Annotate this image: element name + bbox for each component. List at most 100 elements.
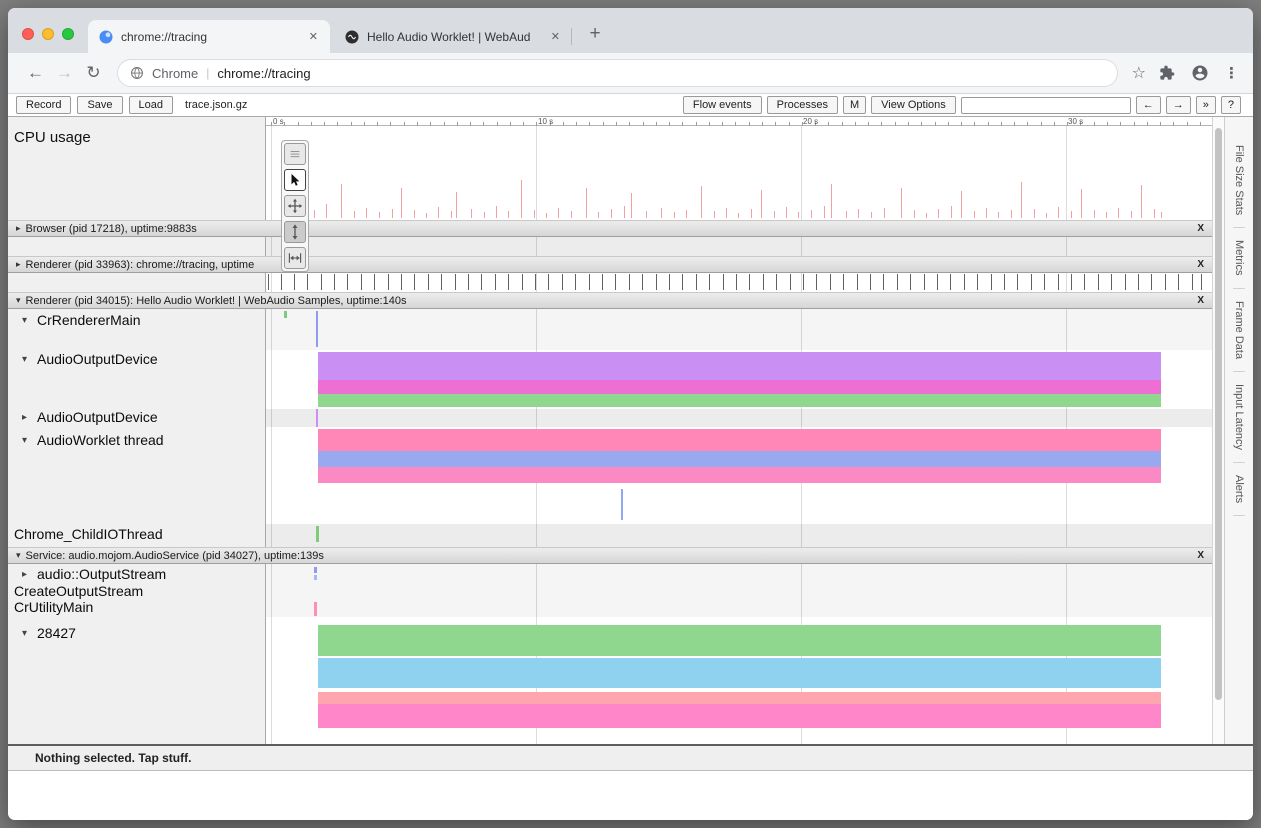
event-tick[interactable] [776,274,777,290]
minimize-window-button[interactable] [42,28,54,40]
event-tick[interactable] [950,274,951,290]
event-tick[interactable] [883,274,884,290]
help-button[interactable]: ? [1221,96,1241,114]
renderer-tracing-track[interactable] [266,273,1212,292]
event-tick[interactable] [455,274,456,290]
expander-icon[interactable]: ▸ [16,259,21,270]
browser-menu-icon[interactable]: ⋮ [1224,64,1239,82]
search-input[interactable] [961,97,1131,114]
event-tick[interactable] [1125,274,1126,290]
event-tick[interactable] [508,274,509,290]
metrics-button[interactable]: M [843,96,866,114]
event-tick[interactable] [321,274,322,290]
event-tick[interactable] [1017,274,1018,290]
event-tick[interactable] [401,274,402,290]
event-tick[interactable] [414,274,415,290]
thread-label-crrenderermain[interactable]: ▾CrRendererMain [22,312,140,328]
process-header-renderer-audio[interactable]: ▾ Renderer (pid 34015): Hello Audio Work… [8,292,1212,309]
tab-close-icon[interactable]: ✕ [549,30,562,43]
expander-icon[interactable]: ▸ [16,223,21,234]
back-button[interactable]: ← [22,63,49,83]
event-tick[interactable] [629,274,630,290]
expander-icon[interactable]: ▾ [22,354,37,365]
event-tick[interactable] [843,274,844,290]
event-tick[interactable] [709,274,710,290]
expander-icon[interactable]: ▸ [22,412,37,423]
trace-slice[interactable] [318,692,1161,704]
palette-grip-icon[interactable] [284,143,306,165]
outputstream-track[interactable] [266,564,1212,584]
event-tick[interactable] [790,274,791,290]
audiooutputdevice-track-1[interactable] [266,350,1212,409]
processes-button[interactable]: Processes [767,96,838,114]
process-header-browser[interactable]: ▸ Browser (pid 17218), uptime:9883s X [8,220,1212,237]
select-tool-button[interactable] [284,169,306,191]
expander-icon[interactable]: ▾ [16,295,21,306]
event-tick[interactable] [428,274,429,290]
event-tick[interactable] [268,274,269,290]
thread-label-outputstream[interactable]: ▸audio::OutputStream [22,566,166,582]
event-tick[interactable] [1138,274,1139,290]
trace-slice[interactable] [318,704,1161,728]
thread-label-childiothread[interactable]: Chrome_ChildIOThread [14,526,163,542]
event-tick[interactable] [669,274,670,290]
trace-slice[interactable] [316,409,318,427]
trace-slice[interactable] [318,451,1161,467]
find-previous-button[interactable]: ← [1136,96,1161,114]
sidebar-tab-input-latency[interactable]: Input Latency [1233,372,1245,463]
event-tick[interactable] [749,274,750,290]
expander-icon[interactable]: ▾ [22,315,37,326]
thread-label-crutilitymain[interactable]: CrUtilityMain [14,599,93,615]
trace-slice[interactable] [318,625,1161,656]
event-tick[interactable] [589,274,590,290]
trace-slice[interactable] [318,467,1161,483]
thread-label-audioworklet[interactable]: ▾AudioWorklet thread [22,432,164,448]
profile-avatar-icon[interactable] [1191,64,1209,82]
trace-slice[interactable] [316,526,319,542]
trace-slice[interactable] [318,658,1161,688]
thread-label-audiooutputdevice-2[interactable]: ▸AudioOutputDevice [22,409,158,425]
save-button[interactable]: Save [77,96,122,114]
event-tick[interactable] [1178,274,1179,290]
audioworklet-track-lower[interactable] [266,487,1212,524]
sidebar-tab-alerts[interactable]: Alerts [1233,463,1245,516]
event-tick[interactable] [977,274,978,290]
createoutputstream-track[interactable] [266,584,1212,600]
event-tick[interactable] [1111,274,1112,290]
vertical-scrollbar[interactable] [1212,117,1224,744]
event-tick[interactable] [374,274,375,290]
track-area[interactable]: 0 s10 s20 s30 s [266,117,1212,744]
expander-icon[interactable]: ▾ [22,628,37,639]
scrollbar-thumb[interactable] [1215,128,1222,700]
event-tick[interactable] [924,274,925,290]
audioworklet-track[interactable] [266,427,1212,487]
expander-icon[interactable]: ▾ [16,550,21,561]
event-tick[interactable] [1201,274,1202,290]
event-tick[interactable] [1031,274,1032,290]
event-tick[interactable] [1192,274,1193,290]
event-tick[interactable] [937,274,938,290]
event-tick[interactable] [281,274,282,290]
event-tick[interactable] [736,274,737,290]
event-tick[interactable] [1165,274,1166,290]
expander-icon[interactable]: ▾ [22,435,37,446]
close-process-button[interactable]: X [1197,295,1204,306]
fullscreen-window-button[interactable] [62,28,74,40]
close-process-button[interactable]: X [1197,223,1204,234]
browser-process-track[interactable] [266,237,1212,256]
event-tick[interactable] [548,274,549,290]
crutilitymain-track[interactable] [266,600,1212,617]
close-window-button[interactable] [22,28,34,40]
tab-audio-worklet[interactable]: Hello Audio Worklet! | WebAud ✕ [334,20,572,53]
crrenderermain-track[interactable] [266,309,1212,350]
event-tick[interactable] [294,274,295,290]
event-tick[interactable] [656,274,657,290]
pan-tool-button[interactable] [284,195,306,217]
process-header-audio-service[interactable]: ▾ Service: audio.mojom.AudioService (pid… [8,547,1212,564]
event-tick[interactable] [830,274,831,290]
event-tick[interactable] [388,274,389,290]
event-tick[interactable] [682,274,683,290]
extension-puzzle-icon[interactable] [1159,65,1175,81]
event-tick[interactable] [910,274,911,290]
new-tab-button[interactable]: + [582,23,608,45]
